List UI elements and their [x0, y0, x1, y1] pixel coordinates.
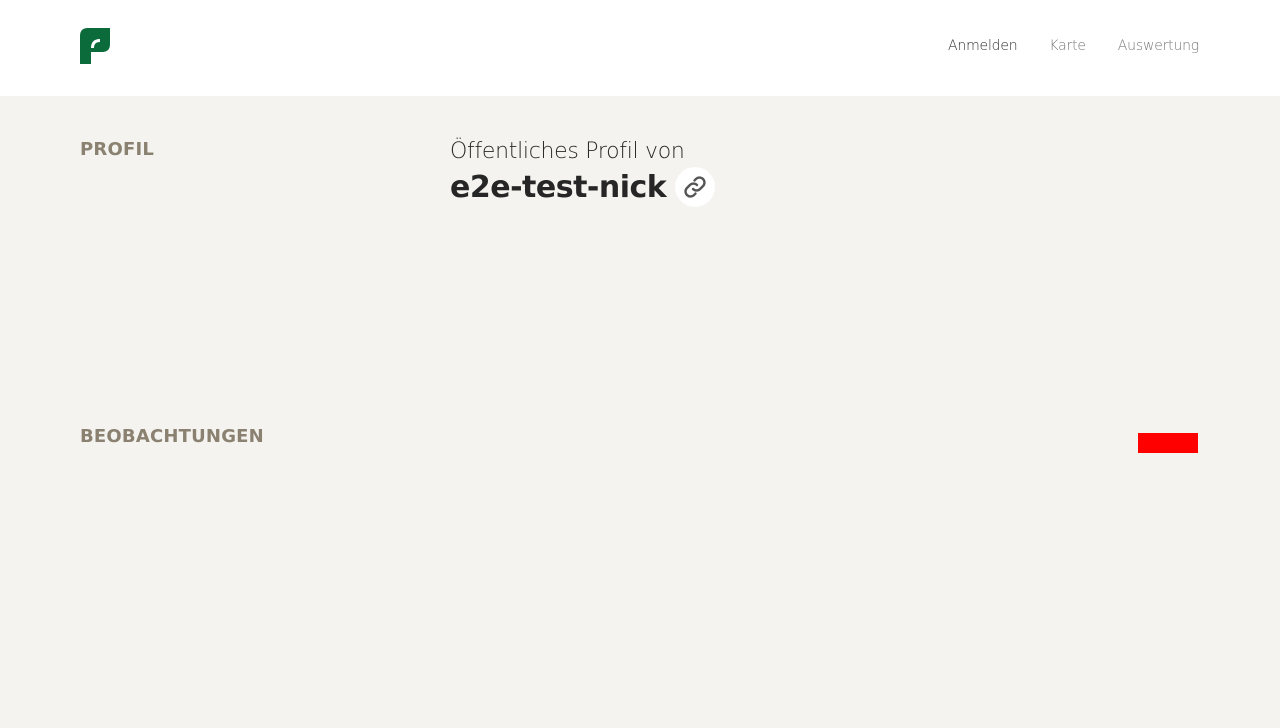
profile-nickname: e2e-test-nick [450, 169, 667, 205]
observations-section-title: BEOBACHTUNGEN [80, 426, 264, 447]
observations-marker [1138, 433, 1198, 453]
nickname-row: e2e-test-nick [450, 167, 716, 207]
link-icon [684, 176, 706, 198]
site-header: Anmelden Karte Auswertung [0, 0, 1280, 96]
nav-karte[interactable]: Karte [1049, 38, 1086, 54]
main-nav: Anmelden Karte Auswertung [948, 38, 1199, 54]
logo-icon[interactable] [80, 28, 110, 64]
profile-section-title: PROFIL [80, 139, 155, 160]
nav-auswertung[interactable]: Auswertung [1118, 38, 1199, 54]
profile-subtitle: Öffentliches Profil von [450, 139, 685, 164]
copy-link-button[interactable] [675, 167, 716, 207]
nav-anmelden[interactable]: Anmelden [948, 38, 1018, 54]
